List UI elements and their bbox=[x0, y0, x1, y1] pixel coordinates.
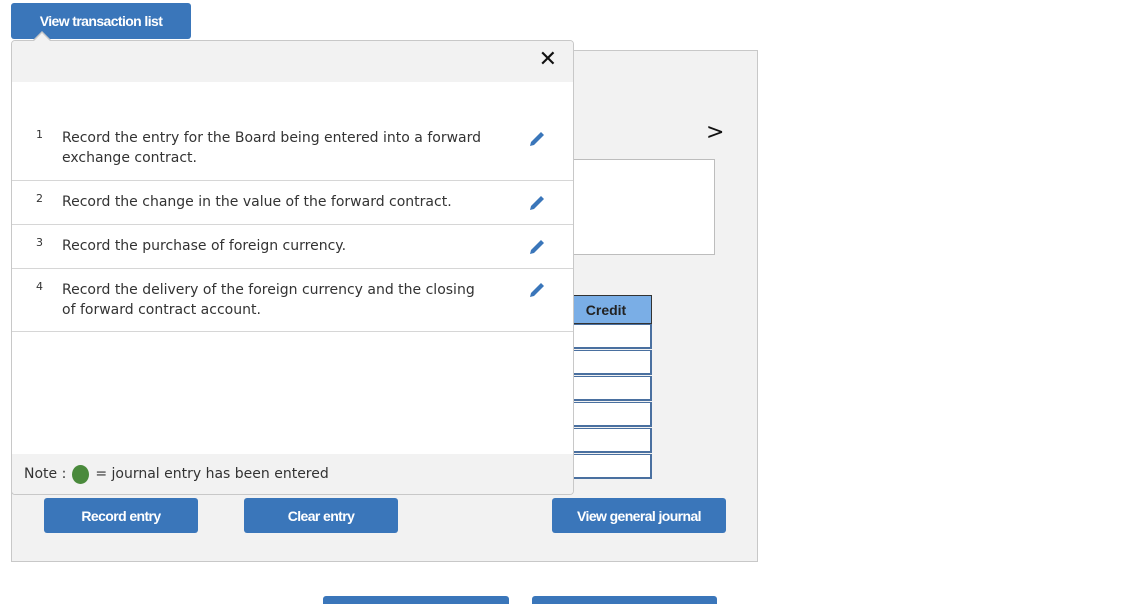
pencil-icon[interactable] bbox=[527, 280, 547, 300]
view-general-journal-button[interactable]: View general journal bbox=[552, 498, 726, 533]
transaction-number: 2 bbox=[36, 192, 43, 205]
popup-pointer bbox=[34, 33, 50, 41]
close-icon[interactable]: ✕ bbox=[539, 47, 557, 72]
clear-entry-button[interactable]: Clear entry bbox=[244, 498, 398, 533]
record-entry-button[interactable]: Record entry bbox=[44, 498, 198, 533]
entered-indicator-icon bbox=[72, 464, 90, 484]
transaction-text[interactable]: Record the purchase of foreign currency. bbox=[62, 236, 573, 256]
pencil-icon[interactable] bbox=[527, 129, 547, 149]
transaction-text[interactable]: Record the entry for the Board being ent… bbox=[62, 128, 573, 168]
nav-button-next[interactable] bbox=[532, 596, 717, 604]
transaction-text[interactable]: Record the delivery of the foreign curre… bbox=[62, 280, 573, 320]
transaction-row[interactable]: 3 Record the purchase of foreign currenc… bbox=[12, 225, 573, 269]
transaction-number: 4 bbox=[36, 280, 43, 293]
pencil-icon[interactable] bbox=[527, 237, 547, 257]
note-legend: Note : = journal entry has been entered bbox=[12, 454, 573, 494]
chevron-right-icon[interactable]: > bbox=[706, 120, 724, 145]
popup-header: ✕ bbox=[12, 41, 573, 82]
note-label: Note : bbox=[24, 466, 67, 482]
transaction-row[interactable]: 1 Record the entry for the Board being e… bbox=[12, 123, 573, 181]
transaction-row[interactable]: 4 Record the delivery of the foreign cur… bbox=[12, 269, 573, 332]
transaction-list-popup: ✕ 1 Record the entry for the Board being… bbox=[11, 40, 574, 495]
transaction-text[interactable]: Record the change in the value of the fo… bbox=[62, 192, 573, 212]
pencil-icon[interactable] bbox=[527, 193, 547, 213]
note-text: = journal entry has been entered bbox=[95, 466, 329, 482]
nav-button-prev[interactable] bbox=[323, 596, 509, 604]
transaction-row[interactable]: 2 Record the change in the value of the … bbox=[12, 181, 573, 225]
transaction-list: 1 Record the entry for the Board being e… bbox=[12, 123, 573, 332]
transaction-info-box bbox=[560, 159, 715, 255]
transaction-number: 3 bbox=[36, 236, 43, 249]
transaction-number: 1 bbox=[36, 128, 43, 141]
